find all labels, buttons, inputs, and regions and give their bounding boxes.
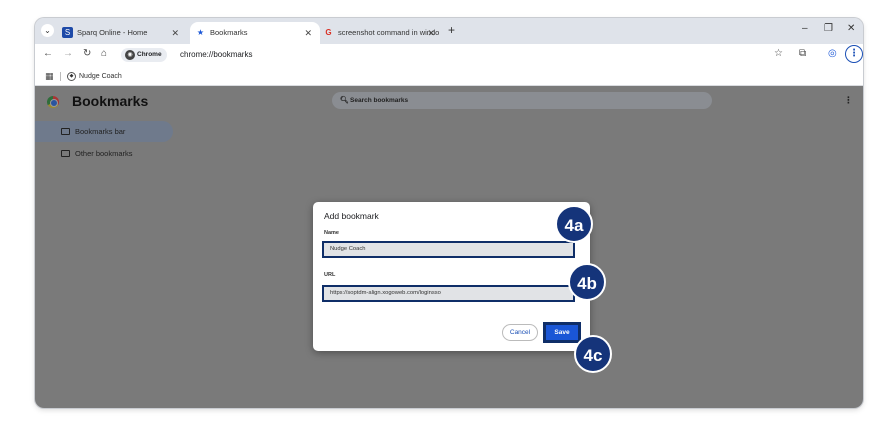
bookmark-nudge-coach[interactable]: ◆ Nudge Coach xyxy=(67,70,122,83)
name-field[interactable]: Nudge Coach xyxy=(322,241,575,258)
save-button[interactable]: Save xyxy=(543,322,581,343)
sidebar-item-label: Other bookmarks xyxy=(75,149,133,158)
sparq-favicon-icon: S xyxy=(62,27,73,38)
browser-menu-button[interactable]: ⋮ xyxy=(845,45,863,63)
globe-icon: ◆ xyxy=(67,72,76,81)
folder-icon xyxy=(61,150,70,157)
close-tab-icon[interactable]: ✕ xyxy=(427,22,435,44)
reload-icon[interactable]: ↻ xyxy=(83,48,91,59)
chrome-icon: ◉ xyxy=(125,50,135,60)
page-title: Bookmarks xyxy=(72,93,149,109)
step-callout-4b: 4b xyxy=(568,263,606,301)
bookmark-label: Nudge Coach xyxy=(79,73,122,80)
address-bar[interactable]: chrome://bookmarks xyxy=(180,48,252,62)
sidebar-item-bookmarks-bar[interactable]: Bookmarks bar xyxy=(35,121,173,142)
tab-sparq-online[interactable]: S Sparq Online - Home ✕ xyxy=(57,22,187,44)
cancel-button[interactable]: Cancel xyxy=(502,324,538,341)
url-label: URL xyxy=(324,272,336,278)
url-field[interactable]: https://soptdm-align.xogoweb.com/loginss… xyxy=(322,285,575,302)
back-icon[interactable]: ← xyxy=(43,48,53,59)
chrome-logo-icon xyxy=(47,96,59,108)
tab-title: Sparq Online - Home xyxy=(77,28,148,37)
step-callout-4a: 4a xyxy=(555,205,593,243)
bookmark-star-icon[interactable]: ☆ xyxy=(774,48,783,59)
close-tab-icon[interactable]: ✕ xyxy=(171,22,179,44)
close-tab-icon[interactable]: ✕ xyxy=(304,22,312,44)
chrome-chip[interactable]: ◉ Chrome xyxy=(121,48,167,62)
home-icon[interactable]: ⌂ xyxy=(101,48,107,59)
tab-search-button[interactable]: ⌄ xyxy=(41,24,54,37)
folder-icon xyxy=(61,128,70,135)
profile-icon[interactable]: ◎ xyxy=(828,48,837,59)
forward-icon[interactable]: → xyxy=(63,48,73,59)
tab-title: screenshot command in windo xyxy=(338,28,440,37)
search-bookmarks-input[interactable]: 🔍︎ Search bookmarks xyxy=(332,92,712,109)
step-callout-4c: 4c xyxy=(574,335,612,373)
dialog-title: Add bookmark xyxy=(324,211,379,221)
search-icon: 🔍︎ xyxy=(340,97,349,104)
add-bookmark-dialog: Add bookmark Name Nudge Coach URL https:… xyxy=(313,202,590,351)
tab-title: Bookmarks xyxy=(210,28,248,37)
apps-grid-icon[interactable]: ▦ xyxy=(45,71,54,82)
new-tab-button[interactable]: + xyxy=(448,23,455,37)
divider xyxy=(60,72,61,81)
bookmarks-bar: ▦ ◆ Nudge Coach xyxy=(35,67,863,86)
tab-strip: ⌄ S Sparq Online - Home ✕ ★ Bookmarks ✕ … xyxy=(35,18,863,44)
sidebar-item-label: Bookmarks bar xyxy=(75,127,126,136)
name-label: Name xyxy=(324,230,339,236)
google-favicon-icon: G xyxy=(325,28,332,37)
toolbar: ← → ↻ ⌂ ◉ Chrome chrome://bookmarks ☆ ⧉ … xyxy=(35,44,863,67)
extensions-icon[interactable]: ⧉ xyxy=(799,48,806,59)
close-window-button[interactable]: ✕ xyxy=(847,23,855,34)
sidebar-item-other-bookmarks[interactable]: Other bookmarks xyxy=(35,143,133,164)
tab-google-search[interactable]: G screenshot command in windo ✕ xyxy=(318,22,443,44)
search-placeholder: Search bookmarks xyxy=(350,97,409,104)
restore-button[interactable]: ❐ xyxy=(824,23,833,34)
tab-bookmarks[interactable]: ★ Bookmarks ✕ xyxy=(190,22,320,44)
chip-label: Chrome xyxy=(137,51,162,58)
minimize-button[interactable]: – xyxy=(802,23,808,34)
star-icon: ★ xyxy=(196,28,205,37)
page-more-icon[interactable]: ⋮ xyxy=(844,95,853,106)
